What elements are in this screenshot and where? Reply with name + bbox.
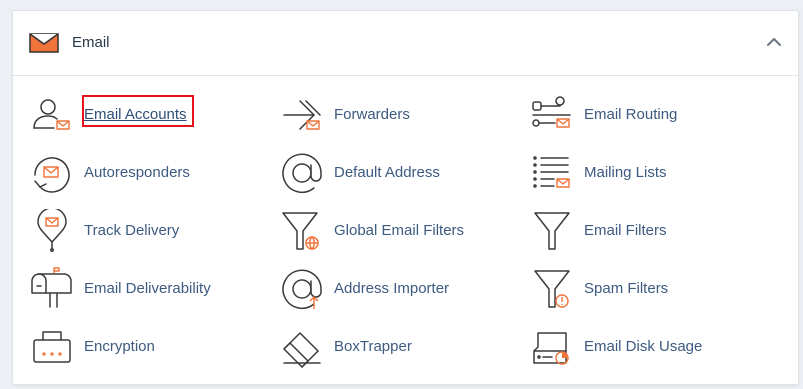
section-title: Email <box>72 34 110 51</box>
at-sign-icon <box>282 153 322 193</box>
email-section-header[interactable]: Email <box>13 11 798 76</box>
email-routing-icon <box>532 96 571 128</box>
forwarders-icon <box>283 100 321 130</box>
disk-usage-icon <box>533 332 569 365</box>
track-delivery-label: Track Delivery <box>84 222 180 239</box>
default-address-label: Default Address <box>334 164 440 181</box>
address-importer-label: Address Importer <box>334 280 450 297</box>
autoresponders-label: Autoresponders <box>84 164 190 181</box>
email-routing-label: Email Routing <box>584 106 678 123</box>
filter-icon <box>534 212 570 250</box>
email-deliverability-label: Email Deliverability <box>84 280 211 297</box>
mailing-lists-label: Mailing Lists <box>584 164 667 181</box>
location-pin-icon <box>37 209 67 252</box>
forwarders-label: Forwarders <box>334 106 410 123</box>
global-filter-icon <box>282 212 319 250</box>
global-email-filters-label: Global Email Filters <box>334 222 465 239</box>
email-section-panel: Email Email Accounts Forwarders Email Ro… <box>12 10 799 385</box>
boxtrapper-label: BoxTrapper <box>334 338 412 355</box>
encryption-label: Encryption <box>84 338 155 355</box>
email-accounts-icon <box>33 99 70 130</box>
boxtrapper-icon <box>283 332 321 368</box>
mailbox-icon <box>31 267 72 308</box>
selection-highlight <box>82 95 194 127</box>
spam-filters-label: Spam Filters <box>584 280 669 297</box>
lock-icon <box>33 331 71 363</box>
autoresponders-icon <box>34 157 70 193</box>
address-importer-icon <box>282 269 322 309</box>
spam-filter-icon <box>534 270 570 308</box>
email-disk-usage-label: Email Disk Usage <box>584 338 703 355</box>
chevron-up-icon[interactable] <box>767 37 781 47</box>
email-filters-label: Email Filters <box>584 222 667 239</box>
mailing-lists-icon <box>533 156 570 188</box>
envelope-icon <box>29 33 59 53</box>
